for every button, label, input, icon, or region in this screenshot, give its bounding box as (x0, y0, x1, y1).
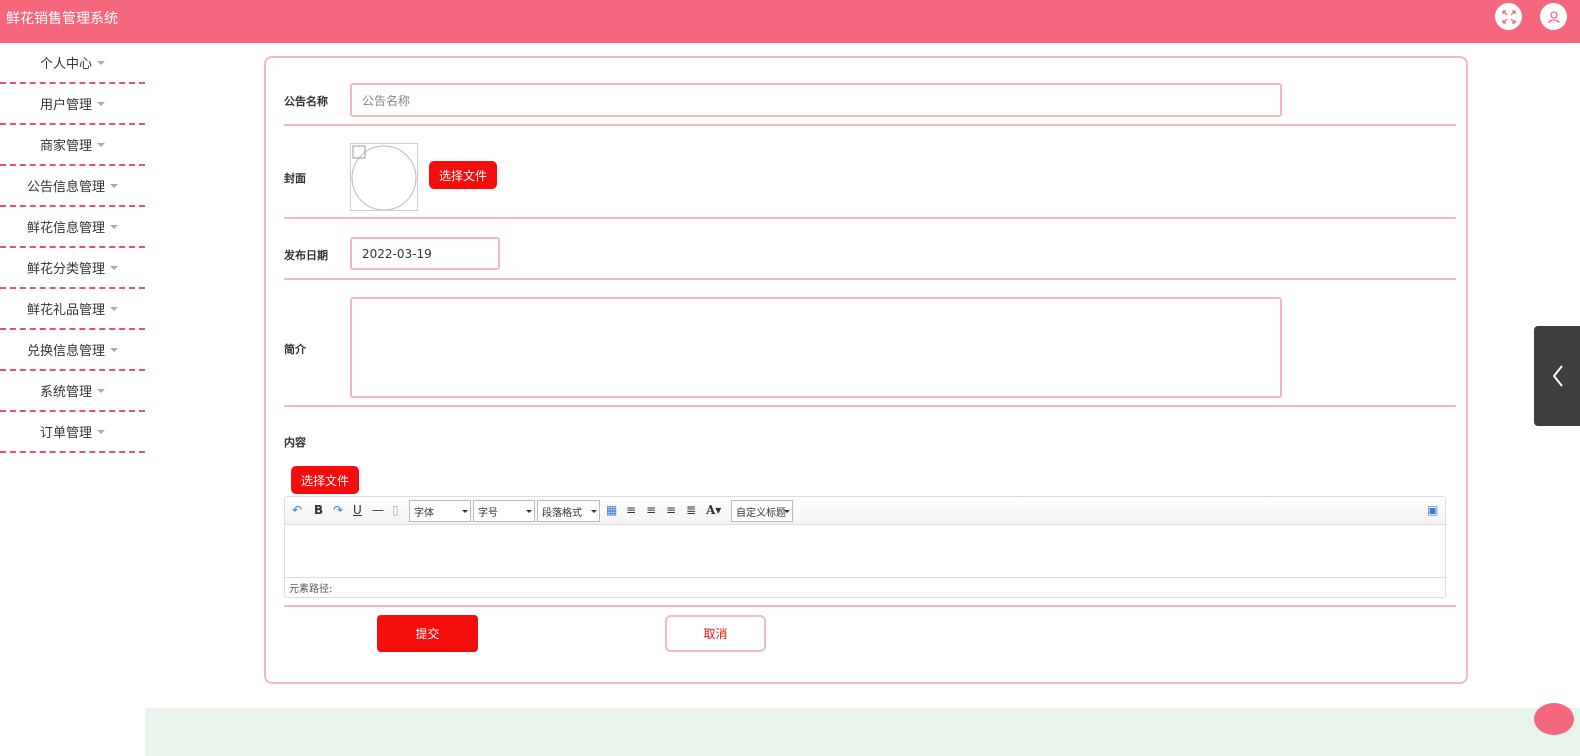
caret-down-icon (97, 388, 105, 393)
sidebar-item-user-management[interactable]: 用户管理 (0, 84, 145, 125)
sidebar-item-personal-center[interactable]: 个人中心 (0, 43, 145, 84)
sidebar-item-label: 用户管理 (39, 98, 92, 113)
intro-label: 简介 (284, 343, 306, 356)
name-label: 公告名称 (284, 95, 328, 108)
sidebar-item-label: 商家管理 (39, 139, 92, 154)
caret-down-icon (97, 429, 105, 434)
sidebar-item-label: 个人中心 (39, 57, 92, 72)
sidebar-item-announcement-management[interactable]: 公告信息管理 (0, 166, 145, 207)
sidebar-item-order-management[interactable]: 订单管理 (0, 412, 145, 453)
cover-label: 封面 (284, 172, 306, 185)
caret-down-icon (110, 347, 118, 352)
sidebar: 个人中心 用户管理 商家管理 公告信息管理 鲜花信息管理 鲜花分类管理 鲜花礼品… (0, 43, 145, 453)
sidebar-item-flower-info-management[interactable]: 鲜花信息管理 (0, 207, 145, 248)
caret-down-icon (97, 142, 105, 147)
caret-down-icon (110, 183, 118, 188)
chevron-left-icon (1552, 365, 1563, 387)
sidebar-item-merchant-management[interactable]: 商家管理 (0, 125, 145, 166)
fullscreen-icon[interactable] (1495, 3, 1522, 30)
content-label: 内容 (284, 436, 306, 449)
caret-down-icon (110, 306, 118, 311)
sidebar-item-label: 兑换信息管理 (26, 344, 105, 359)
font-size-select[interactable]: 字号 (473, 500, 535, 522)
broken-image-icon (351, 145, 417, 211)
font-family-select[interactable]: 字体 (409, 500, 471, 522)
font-color-icon[interactable]: A▾ (706, 503, 721, 517)
editor-toolbar: ↶ B ↷ U — ▯ 字体 字号 段落格式 ▦ ≡ ≡ ≡ ≣ A▾ 自定义标… (285, 497, 1445, 525)
row-divider (284, 124, 1456, 126)
align-right-icon[interactable]: ≡ (646, 503, 656, 517)
row-divider (284, 278, 1456, 280)
sidebar-item-system-management[interactable]: 系统管理 (0, 371, 145, 412)
intro-textarea[interactable] (350, 297, 1282, 398)
user-icon[interactable] (1540, 3, 1567, 30)
paragraph-format-select[interactable]: 段落格式 (537, 500, 600, 522)
caret-down-icon (110, 224, 118, 229)
caret-down-icon (97, 60, 105, 65)
sidebar-item-exchange-info-management[interactable]: 兑换信息管理 (0, 330, 145, 371)
preview-icon[interactable]: ▣ (1427, 503, 1438, 517)
redo-icon[interactable]: ↷ (333, 503, 343, 517)
top-bar: 鲜花销售管理系统 (0, 0, 1580, 43)
cover-choose-file-button[interactable]: 选择文件 (429, 161, 497, 189)
announcement-name-input[interactable]: 公告名称 (350, 83, 1282, 117)
date-label: 发布日期 (284, 249, 328, 262)
app-title: 鲜花销售管理系统 (6, 11, 118, 27)
horizontal-rule-icon[interactable]: — (372, 503, 384, 517)
caret-down-icon (110, 265, 118, 270)
align-justify-icon[interactable]: ≣ (686, 503, 696, 517)
table-icon[interactable]: ▦ (606, 503, 617, 517)
bold-icon[interactable]: B (314, 503, 323, 517)
footer-strip (145, 708, 1580, 756)
announcement-form: 公告名称 公告名称 封面 选择文件 发布日期 2022-03-19 简介 内容 … (264, 56, 1468, 684)
sidebar-item-label: 鲜花信息管理 (26, 221, 105, 236)
content-choose-file-button[interactable]: 选择文件 (291, 466, 359, 494)
page-icon[interactable]: ▯ (392, 503, 399, 517)
rich-text-editor: ↶ B ↷ U — ▯ 字体 字号 段落格式 ▦ ≡ ≡ ≡ ≣ A▾ 自定义标… (284, 496, 1446, 598)
sidebar-item-label: 公告信息管理 (26, 180, 105, 195)
publish-date-input[interactable]: 2022-03-19 (350, 237, 500, 270)
undo-icon[interactable]: ↶ (292, 503, 302, 517)
sidebar-item-label: 鲜花礼品管理 (26, 303, 105, 318)
row-divider (284, 217, 1456, 219)
custom-title-select[interactable]: 自定义标题 (731, 500, 793, 522)
sidebar-item-label: 鲜花分类管理 (26, 262, 105, 277)
submit-button[interactable]: 提交 (377, 615, 478, 652)
sidebar-item-label: 系统管理 (39, 385, 92, 400)
caret-down-icon (97, 101, 105, 106)
element-path-bar: 元素路径: (285, 577, 1445, 597)
side-drawer-toggle[interactable] (1534, 326, 1580, 426)
align-center-icon[interactable]: ≡ (666, 503, 676, 517)
cover-image-placeholder (350, 143, 418, 211)
sidebar-item-flower-gift-management[interactable]: 鲜花礼品管理 (0, 289, 145, 330)
row-divider (284, 605, 1456, 607)
align-left-icon[interactable]: ≡ (626, 503, 636, 517)
underline-icon[interactable]: U (353, 503, 362, 517)
editor-content-area[interactable] (285, 525, 1445, 577)
sidebar-item-flower-category-management[interactable]: 鲜花分类管理 (0, 248, 145, 289)
row-divider (284, 405, 1456, 407)
cancel-button[interactable]: 取消 (665, 615, 766, 652)
sidebar-item-label: 订单管理 (39, 426, 92, 441)
floating-ball-button[interactable] (1534, 703, 1574, 735)
